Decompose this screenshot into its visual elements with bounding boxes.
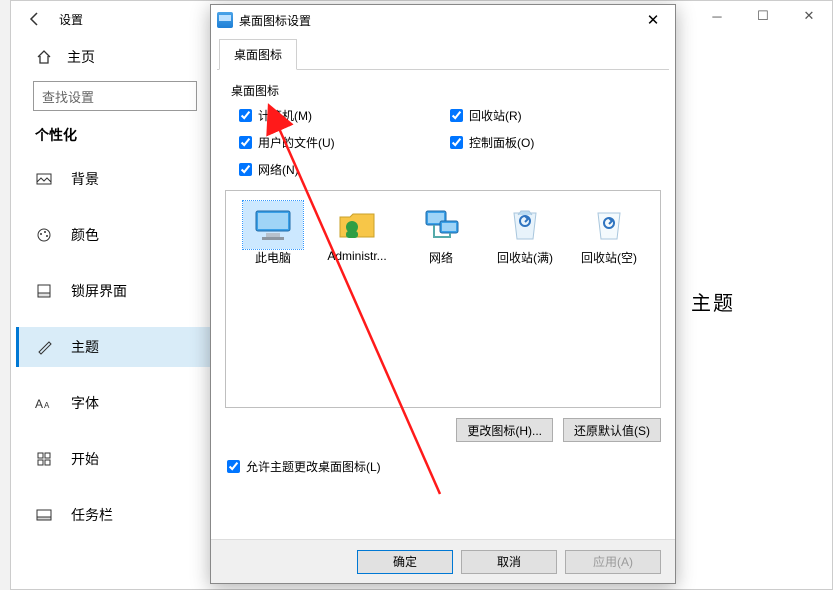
sidebar-item-label: 字体 xyxy=(71,393,99,413)
tab-desktop-icons[interactable]: 桌面图标 xyxy=(219,39,297,70)
checkbox-label: 计算机(M) xyxy=(258,107,312,124)
svg-text:A: A xyxy=(35,397,43,410)
font-icon: AA xyxy=(35,394,53,412)
checkbox-label: 用户的文件(U) xyxy=(258,134,335,151)
sidebar-item-taskbar[interactable]: 任务栏 xyxy=(19,495,211,535)
dialog-title-icon xyxy=(217,12,233,28)
ok-button[interactable]: 确定 xyxy=(357,550,453,574)
dialog-close-button[interactable]: ✕ xyxy=(631,5,675,35)
icon-label: 回收站(满) xyxy=(486,249,564,266)
checkbox-recycle-bin[interactable]: 回收站(R) xyxy=(450,107,661,124)
search-placeholder: 查找设置 xyxy=(42,87,94,106)
lockscreen-icon xyxy=(35,282,53,300)
icon-label: 网络 xyxy=(402,249,480,266)
sidebar-item-label: 任务栏 xyxy=(71,505,113,525)
icon-item-recycle-full[interactable]: 回收站(满) xyxy=(486,201,564,266)
dialog-footer: 确定 取消 应用(A) xyxy=(211,539,675,583)
checkbox-label: 允许主题更改桌面图标(L) xyxy=(246,458,381,475)
sidebar-section-title: 个性化 xyxy=(35,125,211,145)
maximize-button[interactable]: ☐ xyxy=(740,1,786,31)
sidebar-item-start[interactable]: 开始 xyxy=(19,439,211,479)
icon-item-network[interactable]: 网络 xyxy=(402,201,480,266)
checkbox-computer[interactable]: 计算机(M) xyxy=(239,107,450,124)
checkbox-input[interactable] xyxy=(239,163,252,176)
back-button[interactable] xyxy=(11,1,59,37)
checkbox-input[interactable] xyxy=(450,136,463,149)
userfolder-icon xyxy=(333,203,381,243)
group-label-desktop-icons: 桌面图标 xyxy=(231,82,661,99)
checkbox-input[interactable] xyxy=(450,109,463,122)
computer-icon xyxy=(249,203,297,243)
recycle-full-icon xyxy=(501,203,549,243)
checkbox-label: 回收站(R) xyxy=(469,107,522,124)
minimize-button[interactable]: ─ xyxy=(694,1,740,31)
icon-label: 此电脑 xyxy=(234,249,312,266)
apply-button[interactable]: 应用(A) xyxy=(565,550,661,574)
icon-label: Administr... xyxy=(318,249,396,263)
sidebar-item-label: 背景 xyxy=(71,169,99,189)
checkbox-label: 网络(N) xyxy=(258,161,299,178)
icon-label: 回收站(空) xyxy=(570,249,648,266)
settings-sidebar: 主页 查找设置 个性化 背景 颜色 锁屏界面 主题 xyxy=(11,37,211,551)
network-icon xyxy=(417,203,465,243)
brush-icon xyxy=(35,338,53,356)
sidebar-item-colors[interactable]: 颜色 xyxy=(19,215,211,255)
window-controls: ─ ☐ ✕ xyxy=(694,1,832,31)
checkbox-network[interactable]: 网络(N) xyxy=(239,161,450,178)
sidebar-item-label: 主题 xyxy=(71,337,99,357)
checkbox-input[interactable] xyxy=(239,136,252,149)
close-button[interactable]: ✕ xyxy=(786,1,832,31)
start-icon xyxy=(35,450,53,468)
svg-text:A: A xyxy=(44,401,50,410)
content-heading: 主题 xyxy=(691,287,735,316)
icon-buttons-row: 更改图标(H)... 还原默认值(S) xyxy=(225,418,661,442)
search-input[interactable]: 查找设置 xyxy=(33,81,197,111)
taskbar-icon xyxy=(35,506,53,524)
home-icon xyxy=(35,48,53,66)
checkbox-allow-theme-change[interactable]: 允许主题更改桌面图标(L) xyxy=(225,454,661,475)
checkbox-label: 控制面板(O) xyxy=(469,134,534,151)
sidebar-item-background[interactable]: 背景 xyxy=(19,159,211,199)
checkbox-control-panel[interactable]: 控制面板(O) xyxy=(450,134,661,151)
checkbox-input[interactable] xyxy=(227,460,240,473)
icon-item-user-folder[interactable]: Administr... xyxy=(318,201,396,263)
dialog-tabs: 桌面图标 xyxy=(217,39,669,70)
sidebar-item-fonts[interactable]: AA 字体 xyxy=(19,383,211,423)
change-icon-button[interactable]: 更改图标(H)... xyxy=(456,418,553,442)
picture-icon xyxy=(35,170,53,188)
sidebar-item-label: 开始 xyxy=(71,449,99,469)
checkbox-input[interactable] xyxy=(239,109,252,122)
sidebar-item-home[interactable]: 主页 xyxy=(19,37,211,79)
sidebar-item-label: 主页 xyxy=(67,47,95,67)
checkbox-user-files[interactable]: 用户的文件(U) xyxy=(239,134,450,151)
icon-item-this-pc[interactable]: 此电脑 xyxy=(234,201,312,266)
palette-icon xyxy=(35,226,53,244)
restore-defaults-button[interactable]: 还原默认值(S) xyxy=(563,418,661,442)
icon-item-recycle-empty[interactable]: 回收站(空) xyxy=(570,201,648,266)
dialog-titlebar: 桌面图标设置 ✕ xyxy=(211,5,675,35)
cancel-button[interactable]: 取消 xyxy=(461,550,557,574)
desktop-icon-settings-dialog: 桌面图标设置 ✕ 桌面图标 桌面图标 计算机(M) 回收站(R) 用户的文件(U… xyxy=(210,4,676,584)
settings-title: 设置 xyxy=(59,11,83,28)
sidebar-item-lockscreen[interactable]: 锁屏界面 xyxy=(19,271,211,311)
sidebar-item-label: 颜色 xyxy=(71,225,99,245)
sidebar-item-label: 锁屏界面 xyxy=(71,281,127,301)
dialog-title: 桌面图标设置 xyxy=(239,12,311,29)
desktop-icons-checkboxes: 计算机(M) 回收站(R) 用户的文件(U) 控制面板(O) 网络(N) xyxy=(225,105,661,184)
dialog-body: 桌面图标 计算机(M) 回收站(R) 用户的文件(U) 控制面板(O) 网络(N… xyxy=(211,70,675,485)
recycle-empty-icon xyxy=(585,203,633,243)
sidebar-item-themes[interactable]: 主题 xyxy=(19,327,211,367)
icon-preview-frame: 此电脑 Administr... 网络 回收站(满) xyxy=(225,190,661,408)
